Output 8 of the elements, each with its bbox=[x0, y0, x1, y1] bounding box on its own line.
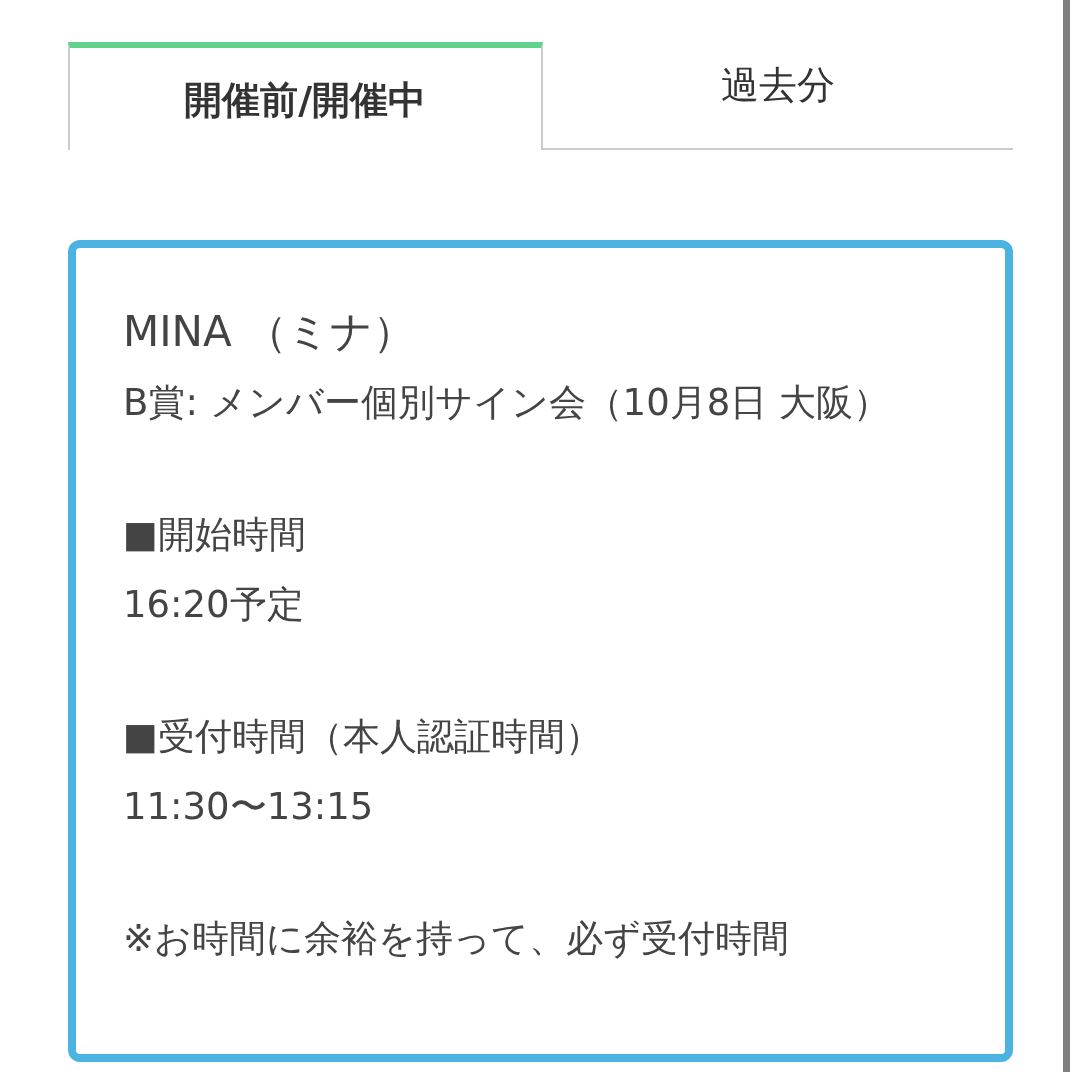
note-text: ※お時間に余裕を持って、必ず受付時間 bbox=[123, 916, 790, 962]
section-heading: ■開始時間 bbox=[123, 512, 307, 558]
prize-text: B賞: メンバー個別サイン会（10月8日 大阪） bbox=[123, 380, 891, 426]
tab[interactable]: 開催前/開催中 bbox=[68, 42, 543, 150]
member-name: MINA （ミナ） bbox=[123, 306, 417, 358]
section-heading: ■受付時間（本人認証時間） bbox=[123, 714, 603, 760]
section-value: 11:30〜13:15 bbox=[123, 784, 375, 830]
section-value: 16:20予定 bbox=[123, 582, 305, 628]
